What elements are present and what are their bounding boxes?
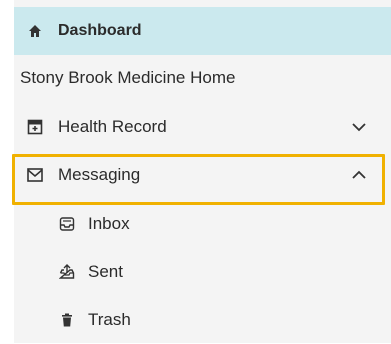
envelope-icon — [22, 168, 48, 182]
sidebar-item-label: Messaging — [58, 165, 141, 184]
sidebar-item-stony-brook-home[interactable]: Stony Brook Medicine Home — [14, 54, 391, 102]
sidebar-item-label: Health Record — [58, 117, 167, 136]
sidebar-item-dashboard[interactable]: Dashboard — [14, 7, 391, 55]
sidebar-item-health-record[interactable]: Health Record — [14, 103, 391, 151]
sidebar-subitem-sent[interactable]: Sent — [14, 248, 391, 296]
sidebar-item-label: Stony Brook Medicine Home — [20, 68, 236, 87]
sidebar-item-label: Dashboard — [58, 22, 142, 39]
sidebar-subitem-trash[interactable]: Trash — [14, 296, 391, 344]
chevron-up-icon[interactable] — [351, 167, 367, 183]
sidebar-item-label: Sent — [88, 262, 123, 281]
chevron-down-icon[interactable] — [351, 119, 367, 135]
home-icon — [22, 24, 48, 38]
inbox-icon — [54, 216, 80, 232]
health-record-icon — [22, 119, 48, 135]
sent-icon — [54, 264, 80, 280]
sidebar-nav: Dashboard Stony Brook Medicine Home Heal… — [14, 0, 391, 343]
trash-icon — [54, 313, 80, 327]
sidebar-item-messaging[interactable]: Messaging — [14, 151, 391, 199]
sidebar-subitem-inbox[interactable]: Inbox — [14, 200, 391, 248]
sidebar-item-label: Trash — [88, 310, 131, 329]
sidebar-item-label: Inbox — [88, 214, 130, 233]
